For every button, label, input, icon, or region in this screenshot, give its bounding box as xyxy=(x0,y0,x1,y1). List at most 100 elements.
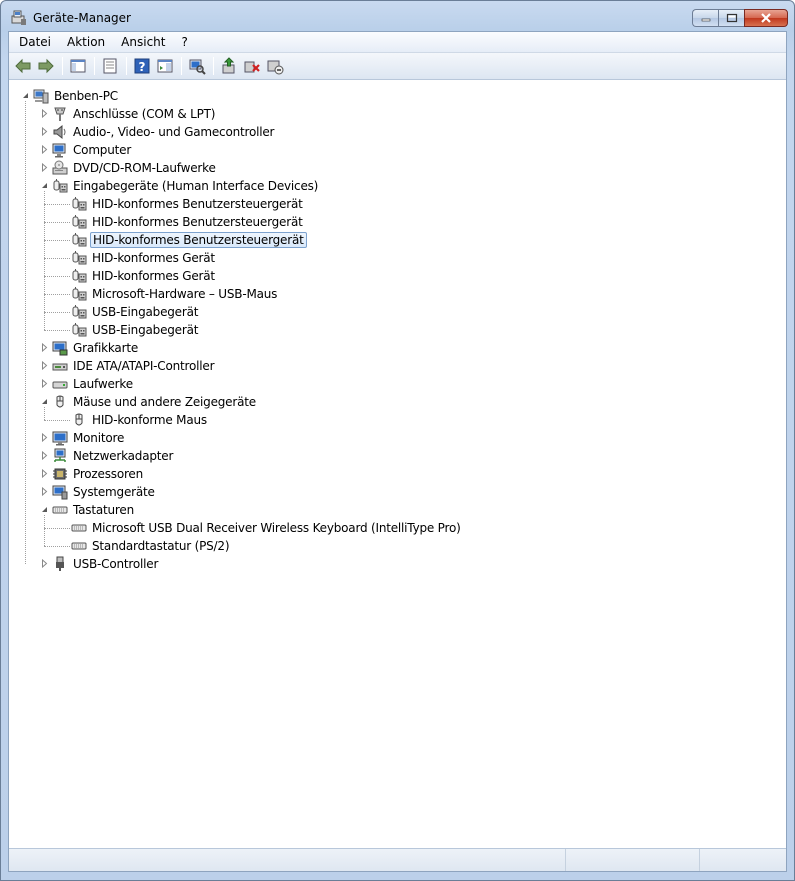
maximize-icon xyxy=(726,13,737,23)
tree-category[interactable]: USB-Controller xyxy=(52,555,160,573)
tree-node-label: Microsoft USB Dual Receiver Wireless Key… xyxy=(92,521,461,535)
expander-category[interactable] xyxy=(40,379,49,388)
expander-category[interactable] xyxy=(40,163,49,172)
tree-node-label: Monitore xyxy=(73,431,125,445)
tree-category[interactable]: DVD/CD-ROM-Laufwerke xyxy=(52,159,218,177)
help-button[interactable]: ? xyxy=(131,55,153,77)
tree-connector xyxy=(25,101,26,564)
tree-category[interactable]: Mäuse und andere Zeigegeräte xyxy=(52,393,258,411)
tree-category[interactable]: Eingabegeräte (Human Interface Devices) xyxy=(52,177,320,195)
expander-category[interactable] xyxy=(40,343,49,352)
expander-category[interactable] xyxy=(40,559,49,568)
caption-buttons xyxy=(692,9,788,27)
expander-category[interactable] xyxy=(40,451,49,460)
tree-device[interactable]: HID-konformes Benutzersteuergerät xyxy=(71,213,305,231)
tree-node-label: Prozessoren xyxy=(73,467,144,481)
help-icon: ? xyxy=(134,58,150,74)
tree-node-label: IDE ATA/ATAPI-Controller xyxy=(73,359,215,373)
expander-category[interactable] xyxy=(40,433,49,442)
tree-category[interactable]: Netzwerkadapter xyxy=(52,447,175,465)
expander-category[interactable] xyxy=(40,397,49,406)
tree-category[interactable]: Grafikkarte xyxy=(52,339,140,357)
update-driver-button[interactable] xyxy=(218,55,240,77)
computer-icon xyxy=(52,143,66,158)
expander-category[interactable] xyxy=(40,145,49,154)
tree-node-label: Systemgeräte xyxy=(73,485,155,499)
tree-category[interactable]: Anschlüsse (COM & LPT) xyxy=(52,105,217,123)
monitor-icon xyxy=(52,431,68,446)
device-manager-window: Geräte-Manager Datei Aktion Ansicht ? ? … xyxy=(0,0,795,881)
menu-help[interactable]: ? xyxy=(173,32,195,52)
menu-ansicht[interactable]: Ansicht xyxy=(113,32,173,52)
tree-device[interactable]: Microsoft USB Dual Receiver Wireless Key… xyxy=(71,519,463,537)
title-bar[interactable]: Geräte-Manager xyxy=(1,1,794,31)
tree-device[interactable]: USB-Eingabegerät xyxy=(71,303,200,321)
collapsed-triangle-icon xyxy=(42,451,48,460)
tree-category[interactable]: Monitore xyxy=(52,429,126,447)
collapsed-triangle-icon xyxy=(42,127,48,136)
expander-category[interactable] xyxy=(40,127,49,136)
properties-button[interactable] xyxy=(99,55,121,77)
expander-category[interactable] xyxy=(40,469,49,478)
speaker-icon xyxy=(53,124,66,140)
expanded-triangle-icon xyxy=(23,93,28,98)
tree-node-label: HID-konformes Gerät xyxy=(92,269,215,283)
maximize-button[interactable] xyxy=(718,9,744,27)
device-tree[interactable]: Benben-PC Anschlüsse (COM & LPT) Audio-, V… xyxy=(9,81,786,846)
back-button[interactable] xyxy=(12,55,34,77)
tree-device[interactable]: Microsoft-Hardware – USB-Maus xyxy=(71,285,279,303)
expanded-triangle-icon xyxy=(42,399,47,404)
disable-icon xyxy=(267,60,284,75)
keyboard-icon xyxy=(71,542,87,550)
tree-category[interactable]: Computer xyxy=(52,141,133,159)
minimize-button[interactable] xyxy=(692,9,718,27)
tree-device-selected[interactable]: HID-konformes Benutzersteuergerät xyxy=(71,231,307,249)
tree-node-label: USB-Eingabegerät xyxy=(92,323,199,337)
arrow-left-icon xyxy=(15,58,31,74)
tree-device[interactable]: USB-Eingabegerät xyxy=(71,321,200,339)
status-pane-2 xyxy=(566,849,700,871)
tree-category[interactable]: Laufwerke xyxy=(52,375,135,393)
expander-category[interactable] xyxy=(40,181,49,190)
expander-category[interactable] xyxy=(40,109,49,118)
tree-category[interactable]: Systemgeräte xyxy=(52,483,157,501)
minimize-icon xyxy=(701,18,710,22)
tree-connector xyxy=(44,204,70,205)
tree-device[interactable]: HID-konformes Gerät xyxy=(71,249,217,267)
show-action-pane-button[interactable] xyxy=(154,55,176,77)
toolbar-separator xyxy=(94,57,95,75)
menu-aktion[interactable]: Aktion xyxy=(59,32,113,52)
tree-device[interactable]: HID-konformes Gerät xyxy=(71,267,217,285)
tree-category[interactable]: Prozessoren xyxy=(52,465,145,483)
tree-category[interactable]: Tastaturen xyxy=(52,501,136,519)
disable-button[interactable] xyxy=(264,55,286,77)
close-button[interactable] xyxy=(744,9,788,27)
tree-device[interactable]: HID-konforme Maus xyxy=(71,411,209,429)
tree-node-label: HID-konformes Benutzersteuergerät xyxy=(92,197,303,211)
device-manager-icon xyxy=(11,10,26,25)
tree-category[interactable]: IDE ATA/ATAPI-Controller xyxy=(52,357,216,375)
menu-datei[interactable]: Datei xyxy=(11,32,59,52)
tree-connector xyxy=(44,276,70,277)
tree-device[interactable]: HID-konformes Benutzersteuergerät xyxy=(71,195,305,213)
network-adapter-icon xyxy=(54,448,66,462)
tree-category[interactable]: Audio-, Video- und Gamecontroller xyxy=(52,123,276,141)
tree-connector xyxy=(44,420,70,421)
tree-device[interactable]: Standardtastatur (PS/2) xyxy=(71,537,231,555)
expander-root[interactable] xyxy=(21,91,30,100)
forward-button[interactable] xyxy=(35,55,57,77)
expander-category[interactable] xyxy=(40,505,49,514)
expander-category[interactable] xyxy=(40,487,49,496)
tree-connector xyxy=(44,546,70,547)
scan-hardware-button[interactable] xyxy=(186,55,208,77)
usb-icon xyxy=(56,556,64,571)
expander-category[interactable] xyxy=(40,361,49,370)
show-hide-tree-button[interactable] xyxy=(67,55,89,77)
processor-icon xyxy=(53,468,67,480)
tree-node-label: Eingabegeräte (Human Interface Devices) xyxy=(73,179,319,193)
toolbar-separator xyxy=(126,57,127,75)
tree-connector xyxy=(44,515,45,546)
action-pane-icon xyxy=(157,59,173,73)
tree-root-computer[interactable]: Benben-PC xyxy=(33,87,120,105)
uninstall-button[interactable] xyxy=(241,55,263,77)
